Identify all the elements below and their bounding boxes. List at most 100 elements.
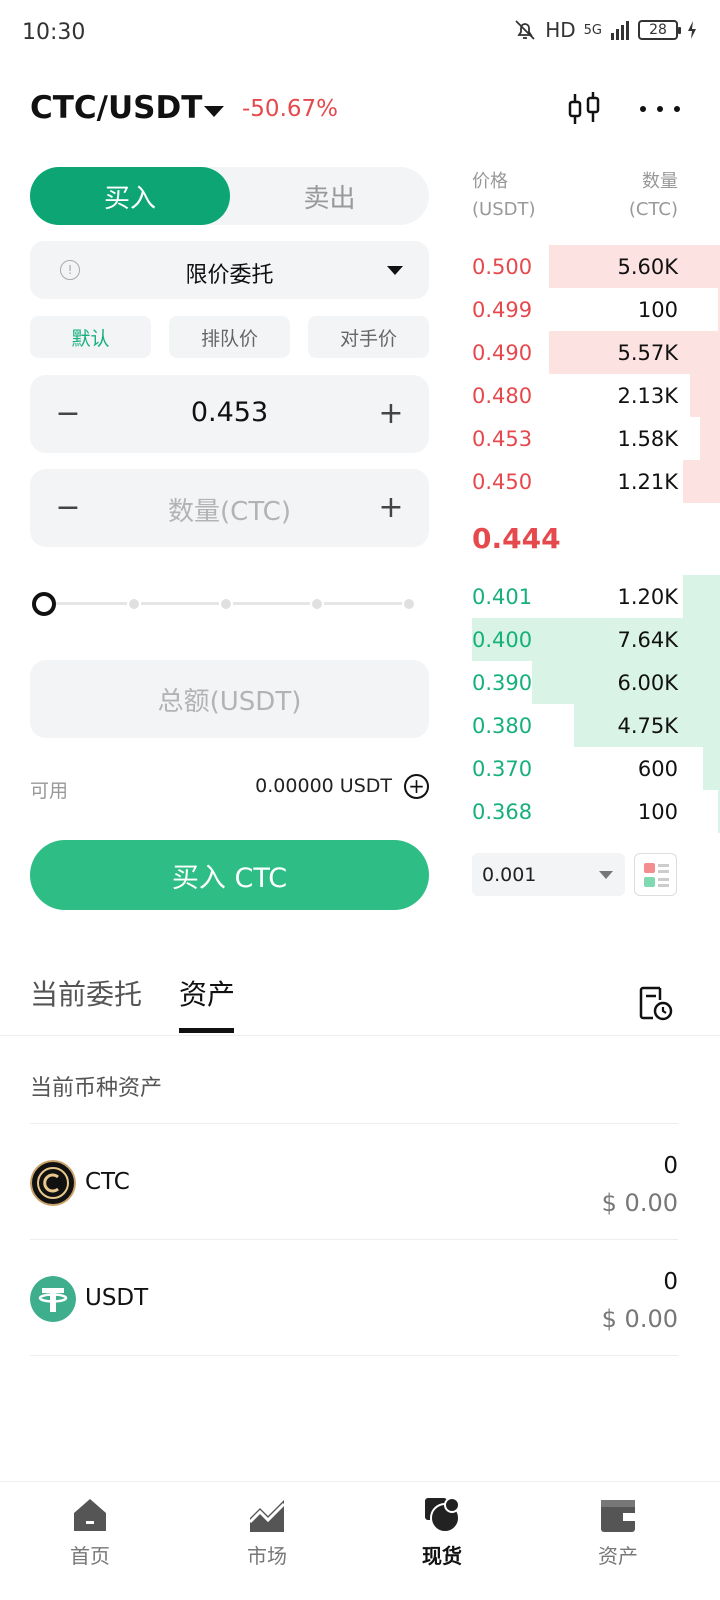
last-price[interactable]: 0.444 — [472, 522, 561, 555]
amount-increase-button[interactable]: + — [373, 489, 409, 525]
chip-queue-price[interactable]: 排队价 — [169, 316, 290, 358]
deposit-plus-icon[interactable]: + — [404, 774, 429, 799]
bid-row[interactable]: 0.380 4.75K — [472, 704, 720, 747]
order-price: 0.450 — [472, 470, 533, 494]
nav-label: 现货 — [422, 1544, 462, 1568]
price-input[interactable]: 0.453 — [30, 397, 429, 428]
order-price: 0.499 — [472, 298, 533, 322]
nav-home[interactable]: 首页 — [0, 1482, 180, 1600]
price-increase-button[interactable]: + — [373, 395, 409, 431]
pair-selector[interactable]: CTC/USDT — [30, 90, 202, 126]
order-quantity: 100 — [637, 298, 678, 322]
order-history-icon[interactable] — [636, 984, 674, 1022]
bid-row[interactable]: 0.390 6.00K — [472, 661, 720, 704]
market-chart-icon — [248, 1500, 286, 1532]
precision-select[interactable]: 0.001 — [472, 853, 625, 896]
order-quantity: 600 — [637, 757, 678, 781]
slider-step-50[interactable] — [219, 597, 233, 611]
price-header-label: 价格 — [472, 171, 508, 192]
precision-value: 0.001 — [482, 864, 537, 886]
nav-spot[interactable]: 现货 — [352, 1482, 532, 1600]
nav-market[interactable]: 市场 — [177, 1482, 357, 1600]
chip-counter-price[interactable]: 对手价 — [308, 316, 429, 358]
home-icon — [74, 1499, 106, 1531]
order-quantity: 2.13K — [617, 384, 678, 408]
nav-label: 市场 — [247, 1544, 287, 1568]
price-column-header: 价格 (USDT) — [472, 168, 536, 224]
orderbook-layout-icon[interactable] — [634, 853, 677, 896]
asset-row-usdt[interactable]: USDT 0 $ 0.00 — [30, 1241, 678, 1356]
order-price: 0.368 — [472, 800, 533, 824]
order-quantity: 1.58K — [617, 427, 678, 451]
amount-input[interactable]: 数量(CTC) — [30, 491, 429, 528]
amount-slider[interactable] — [32, 592, 422, 616]
price-stepper: − 0.453 + — [30, 375, 429, 453]
order-price: 0.380 — [472, 714, 533, 738]
battery-icon: 28 — [638, 20, 681, 40]
asset-symbol: CTC — [85, 1169, 130, 1195]
bid-row[interactable]: 0.370 600 — [472, 747, 720, 790]
ask-row[interactable]: 0.480 2.13K — [472, 374, 720, 417]
chip-default[interactable]: 默认 — [30, 316, 151, 358]
asset-row-ctc[interactable]: CTC 0 $ 0.00 — [30, 1125, 678, 1240]
status-icons: HD 5G 28 — [513, 18, 698, 42]
ask-row[interactable]: 0.499 100 — [472, 288, 720, 331]
status-bar: 10:30 HD 5G 28 — [0, 0, 720, 66]
bid-row[interactable]: 0.401 1.20K — [472, 575, 720, 618]
buy-tab[interactable]: 买入 — [30, 167, 230, 225]
available-balance: 0.00000 USDT — [255, 775, 392, 797]
nav-label: 资产 — [598, 1544, 638, 1568]
order-quantity: 6.00K — [617, 671, 678, 695]
candlestick-chart-icon[interactable] — [566, 90, 604, 128]
asset-amount: 0 — [663, 1269, 678, 1295]
depth-bar — [700, 417, 720, 460]
available-label: 可用 — [30, 780, 69, 802]
ask-row[interactable]: 0.453 1.58K — [472, 417, 720, 460]
wallet-icon — [601, 1500, 635, 1532]
asset-usd-value: $ 0.00 — [601, 1189, 678, 1217]
order-price: 0.400 — [472, 628, 533, 652]
ctc-coin-icon — [30, 1160, 76, 1206]
order-price: 0.490 — [472, 341, 533, 365]
order-price: 0.480 — [472, 384, 533, 408]
order-quantity: 5.60K — [617, 255, 678, 279]
bid-row[interactable]: 0.400 7.64K — [472, 618, 720, 661]
ask-row[interactable]: 0.490 5.57K — [472, 331, 720, 374]
ask-row[interactable]: 0.450 1.21K — [472, 460, 720, 503]
slider-step-100[interactable] — [402, 597, 416, 611]
sell-tab[interactable]: 卖出 — [230, 167, 429, 225]
order-price: 0.401 — [472, 585, 533, 609]
section-divider — [0, 1035, 720, 1036]
tab-current-orders[interactable]: 当前委托 — [30, 973, 142, 1013]
charging-icon — [688, 21, 696, 39]
assets-section-title: 当前币种资产 — [30, 1076, 163, 1101]
depth-bar — [682, 460, 720, 503]
slider-step-75[interactable] — [310, 597, 324, 611]
bell-off-icon — [515, 20, 535, 40]
chevron-down-icon — [387, 266, 403, 275]
network-type: HD — [545, 18, 576, 42]
ask-row[interactable]: 0.500 5.60K — [472, 245, 720, 288]
qty-header-unit: (CTC) — [628, 199, 678, 220]
bid-row[interactable]: 0.368 100 — [472, 790, 720, 833]
asset-usd-value: $ 0.00 — [601, 1305, 678, 1333]
divider — [30, 1355, 678, 1356]
order-type-label: 限价委托 — [185, 263, 274, 288]
slider-knob[interactable] — [32, 592, 56, 616]
chevron-down-icon[interactable] — [204, 106, 224, 117]
order-quantity: 7.64K — [617, 628, 678, 652]
orderbook-header: 价格 (USDT) 数量 (CTC) — [472, 168, 678, 228]
order-type-select[interactable]: ! 限价委托 — [30, 241, 429, 299]
tab-assets[interactable]: 资产 — [179, 973, 235, 1013]
slider-step-25[interactable] — [127, 597, 141, 611]
nav-assets[interactable]: 资产 — [528, 1482, 708, 1600]
order-quantity: 100 — [637, 800, 678, 824]
order-price: 0.500 — [472, 255, 533, 279]
total-input[interactable]: 总额(USDT) — [30, 660, 429, 738]
order-quantity: 1.21K — [617, 470, 678, 494]
buy-button[interactable]: 买入 CTC — [30, 840, 429, 910]
price-mode-chips: 默认 排队价 对手价 — [30, 316, 429, 358]
depth-bar — [702, 747, 720, 790]
more-options-icon[interactable] — [640, 90, 680, 128]
asset-amount: 0 — [663, 1153, 678, 1179]
